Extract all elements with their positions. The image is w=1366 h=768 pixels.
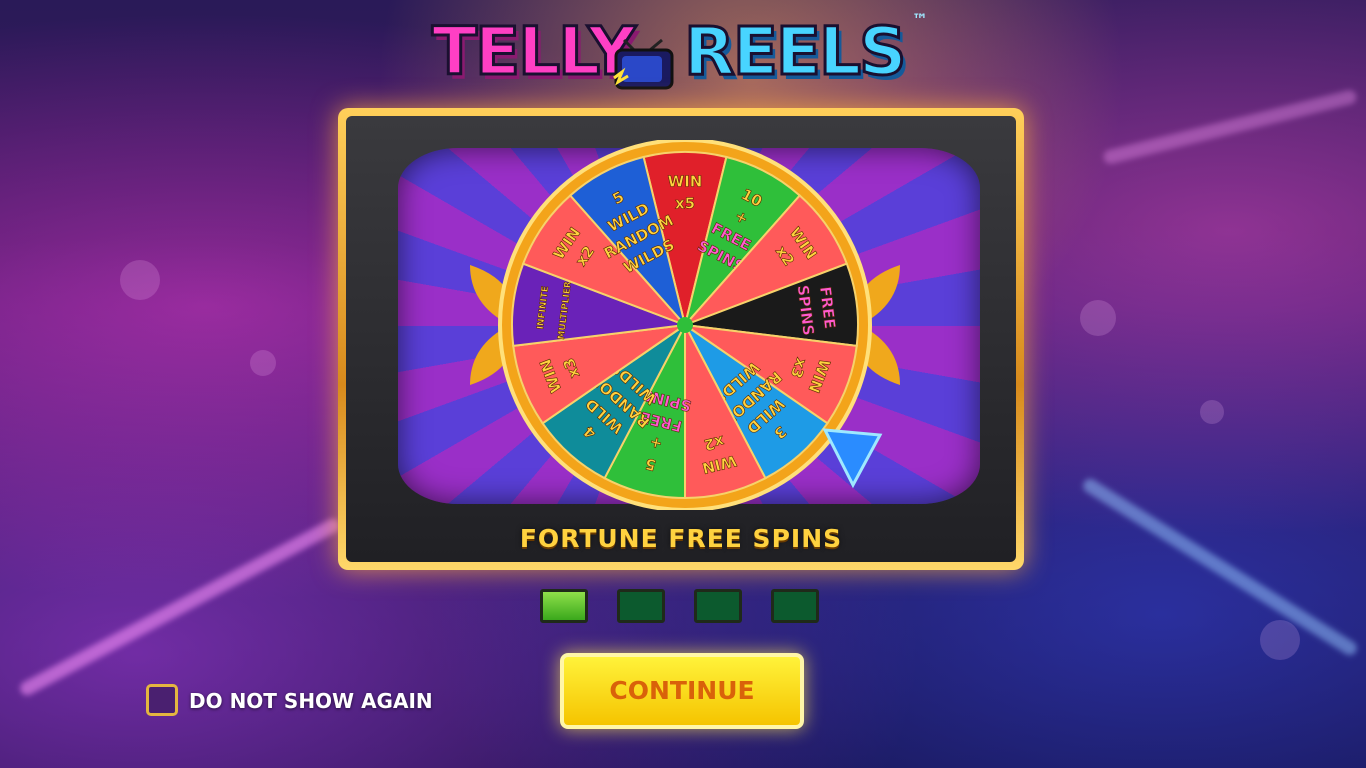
fortune-wheel: WINx5 10+FREESPINS WINx2FREESPINSWINx33WIL…	[470, 140, 900, 510]
wheel-segment-label: WIN	[668, 173, 703, 191]
light-streak	[1102, 88, 1358, 166]
wheel-segment-label: x5	[675, 195, 695, 213]
bokeh-light	[1200, 400, 1224, 424]
feature-caption: FORTUNE FREE SPINS	[519, 524, 843, 553]
bokeh-light	[250, 350, 276, 376]
pagination-dot[interactable]	[694, 589, 742, 623]
pagination-dot[interactable]	[617, 589, 665, 623]
do-not-show-label[interactable]: DO NOT SHOW AGAIN	[189, 689, 433, 713]
pagination-dot[interactable]	[540, 589, 588, 623]
trademark-symbol: ™	[912, 10, 928, 29]
bokeh-light	[1260, 620, 1300, 660]
do-not-show-checkbox[interactable]	[146, 684, 178, 716]
bokeh-light	[1080, 300, 1116, 336]
wheel-hub	[677, 317, 693, 333]
bokeh-light	[120, 260, 160, 300]
light-streak	[1080, 476, 1360, 658]
logo-word-telly: TELLY	[431, 12, 638, 92]
logo-word-reels: REELS	[683, 12, 909, 92]
continue-button[interactable]: CONTINUE	[560, 653, 804, 729]
wheel-pointer-icon	[822, 428, 883, 489]
game-logo: TELLY REELS ™	[428, 8, 948, 98]
tv-icon	[613, 38, 674, 90]
pagination-dot[interactable]	[771, 589, 819, 623]
light-streak	[17, 516, 343, 698]
